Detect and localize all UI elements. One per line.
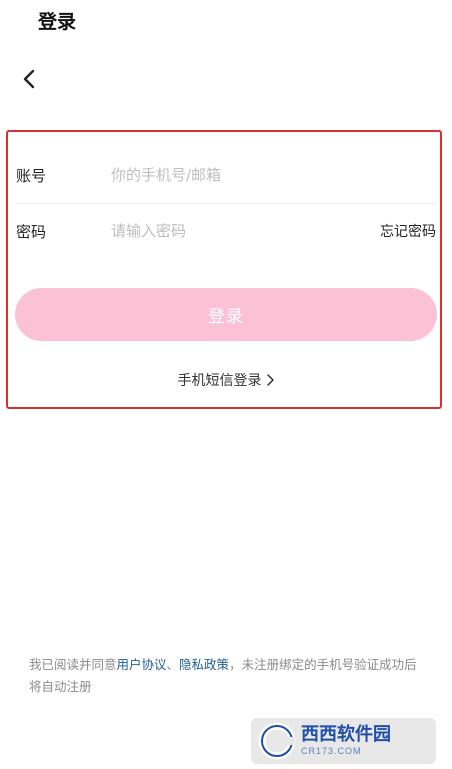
watermark-logo: 西西软件园 CR173.COM: [251, 718, 436, 764]
sms-login-row: 手机短信登录: [0, 370, 452, 390]
sms-login-label: 手机短信登录: [177, 373, 262, 389]
watermark-main-text: 西西软件园: [301, 724, 391, 745]
forgot-password-link[interactable]: 忘记密码: [380, 221, 436, 241]
account-input[interactable]: [111, 163, 436, 187]
privacy-policy-link[interactable]: 隐私政策: [179, 657, 229, 672]
back-button[interactable]: [14, 66, 44, 96]
login-button[interactable]: 登录: [15, 288, 437, 341]
page-title: 登录: [38, 11, 77, 33]
account-label: 账号: [16, 166, 47, 185]
watermark-logo-icon: [258, 722, 296, 760]
password-input[interactable]: [111, 219, 380, 243]
watermark-sub-text: CR173.COM: [301, 746, 362, 756]
user-agreement-link[interactable]: 用户协议: [117, 657, 167, 672]
agreement-text: 我已阅读并同意用户协议、隐私政策，未注册绑定的手机号验证成功后将自动注册: [29, 654, 427, 698]
password-row: 密码 忘记密码: [16, 203, 436, 259]
chevron-right-icon: [266, 373, 275, 387]
agreement-prefix: 我已阅读并同意: [29, 657, 117, 672]
account-row: 账号: [16, 147, 436, 204]
agreement-separator: 、: [166, 657, 180, 672]
sms-login-link[interactable]: 手机短信登录: [178, 370, 275, 390]
password-label: 密码: [16, 222, 47, 241]
chevron-left-icon: [22, 68, 36, 94]
